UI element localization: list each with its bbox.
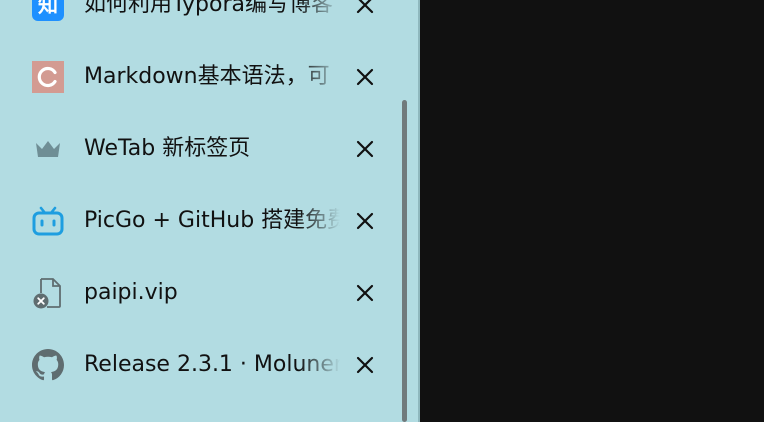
tab-title: Release 2.3.1 · Molunerfinn bbox=[84, 352, 340, 377]
zhihu-glyph: 知 bbox=[32, 0, 64, 21]
close-icon bbox=[356, 0, 374, 14]
close-tab-button[interactable] bbox=[352, 280, 378, 306]
broken-page-icon bbox=[32, 277, 64, 309]
github-icon bbox=[32, 349, 64, 381]
wetab-crown-icon bbox=[32, 133, 64, 165]
tab-title: Markdown基本语法，可 bbox=[84, 64, 330, 89]
page-content-area bbox=[420, 0, 764, 422]
tab-title: 如何利用Typora编写博客 bbox=[84, 0, 333, 17]
close-icon bbox=[356, 356, 374, 374]
tab-item-wetab[interactable]: WeTab 新标签页 bbox=[0, 113, 400, 185]
tab-title: WeTab 新标签页 bbox=[84, 136, 251, 161]
close-icon bbox=[356, 284, 374, 302]
vertical-tab-panel: 知 如何利用Typora编写博客 Markdown基本语法，可 WeTab 新标… bbox=[0, 0, 418, 422]
close-tab-button[interactable] bbox=[352, 0, 378, 18]
tab-item-paipi[interactable]: paipi.vip bbox=[0, 257, 400, 329]
csdn-icon bbox=[32, 61, 64, 93]
close-tab-button[interactable] bbox=[352, 208, 378, 234]
tab-item-picgo[interactable]: PicGo + GitHub 搭建免费图床 bbox=[0, 185, 400, 257]
close-tab-button[interactable] bbox=[352, 64, 378, 90]
tab-item-zhihu[interactable]: 知 如何利用Typora编写博客 bbox=[0, 0, 400, 41]
close-icon bbox=[356, 140, 374, 158]
tab-item-github-release[interactable]: Release 2.3.1 · Molunerfinn bbox=[0, 329, 400, 401]
bilibili-icon bbox=[32, 205, 64, 237]
zhihu-icon: 知 bbox=[32, 0, 64, 21]
tab-list: 知 如何利用Typora编写博客 Markdown基本语法，可 WeTab 新标… bbox=[0, 0, 400, 401]
close-tab-button[interactable] bbox=[352, 136, 378, 162]
close-tab-button[interactable] bbox=[352, 352, 378, 378]
close-icon bbox=[356, 68, 374, 86]
close-icon bbox=[356, 212, 374, 230]
scrollbar-thumb[interactable] bbox=[402, 100, 407, 422]
tab-title: PicGo + GitHub 搭建免费图床 bbox=[84, 208, 340, 233]
tab-item-markdown[interactable]: Markdown基本语法，可 bbox=[0, 41, 400, 113]
tab-title: paipi.vip bbox=[84, 280, 178, 305]
